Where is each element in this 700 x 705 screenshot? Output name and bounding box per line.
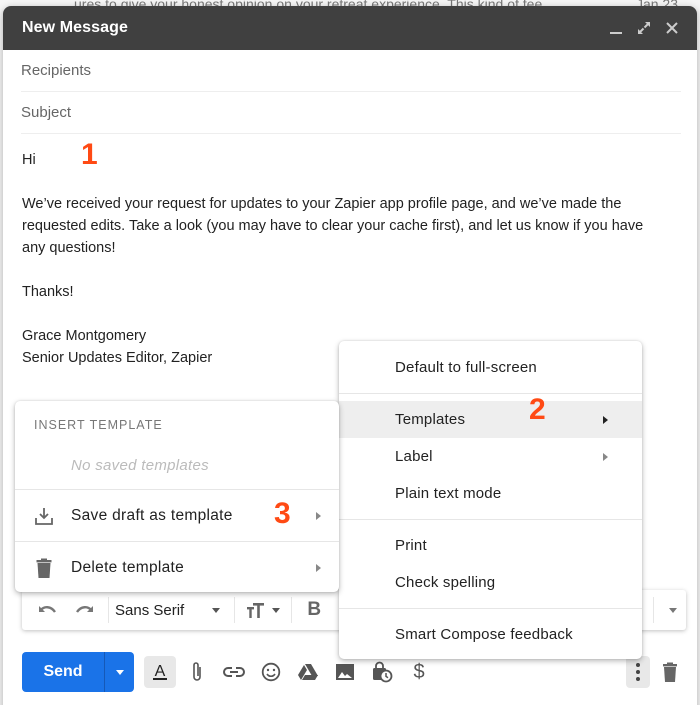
- redo-icon[interactable]: [66, 595, 102, 625]
- menu-item-label[interactable]: Label: [339, 438, 642, 475]
- annotation-step-2: 2: [529, 393, 546, 426]
- submenu-arrow-icon: [316, 563, 321, 572]
- link-icon[interactable]: [218, 656, 250, 688]
- emoji-icon[interactable]: [255, 656, 287, 688]
- message-body[interactable]: Hi We’ve received your request for updat…: [22, 149, 662, 369]
- trash-icon: [15, 558, 71, 578]
- submenu-arrow-icon: [316, 511, 321, 520]
- attach-icon[interactable]: [181, 656, 213, 688]
- confidential-icon[interactable]: [366, 656, 398, 688]
- minimize-icon[interactable]: [603, 15, 629, 41]
- submenu-arrow-icon: [603, 452, 608, 461]
- more-options-icon[interactable]: [626, 656, 650, 688]
- money-icon[interactable]: $: [403, 656, 435, 688]
- send-options-button[interactable]: [105, 652, 134, 692]
- font-family-value: Sans Serif: [115, 601, 185, 619]
- formatting-icon[interactable]: A: [144, 656, 176, 688]
- menu-item-default-fullscreen[interactable]: Default to full-screen: [339, 349, 642, 386]
- menu-item-plain-text[interactable]: Plain text mode: [339, 475, 642, 512]
- annotation-step-3: 3: [274, 497, 291, 530]
- menu-item-check-spelling[interactable]: Check spelling: [339, 564, 642, 601]
- delete-template-item[interactable]: Delete template: [15, 542, 339, 593]
- recipients-field[interactable]: Recipients: [21, 50, 681, 92]
- menu-item-print[interactable]: Print: [339, 527, 642, 564]
- send-button[interactable]: Send: [22, 652, 134, 692]
- send-label[interactable]: Send: [22, 652, 105, 692]
- expand-icon[interactable]: [631, 15, 657, 41]
- font-family-select[interactable]: Sans Serif: [115, 595, 221, 625]
- compose-title: New Message: [22, 19, 129, 36]
- menu-item-smart-compose-feedback[interactable]: Smart Compose feedback: [339, 616, 642, 653]
- chevron-down-icon: [115, 669, 124, 675]
- bold-icon[interactable]: B: [298, 595, 330, 625]
- no-templates-text: No saved templates: [71, 456, 209, 474]
- body-greeting: Hi: [22, 152, 36, 168]
- body-paragraph: We’ve received your request for updates …: [22, 196, 644, 256]
- discard-icon[interactable]: [654, 656, 686, 688]
- annotation-step-1: 1: [81, 138, 98, 171]
- menu-item-templates[interactable]: Templates: [339, 401, 642, 438]
- drive-icon[interactable]: [292, 656, 324, 688]
- close-icon[interactable]: [659, 15, 685, 41]
- insert-template-heading: INSERT TEMPLATE: [34, 418, 163, 432]
- submenu-arrow-icon: [603, 415, 608, 424]
- photo-icon[interactable]: [329, 656, 361, 688]
- more-options-menu: Default to full-screen Templates Label P…: [339, 341, 642, 659]
- svg-text:A: A: [155, 663, 166, 680]
- more-formatting-icon[interactable]: [660, 595, 686, 625]
- download-icon: [15, 506, 71, 526]
- subject-field[interactable]: Subject: [21, 92, 681, 134]
- undo-icon[interactable]: [30, 595, 66, 625]
- body-closing: Thanks!: [22, 284, 74, 300]
- text-size-icon[interactable]: [241, 595, 285, 625]
- chevron-down-icon: [212, 607, 221, 613]
- compose-titlebar[interactable]: New Message: [3, 6, 697, 50]
